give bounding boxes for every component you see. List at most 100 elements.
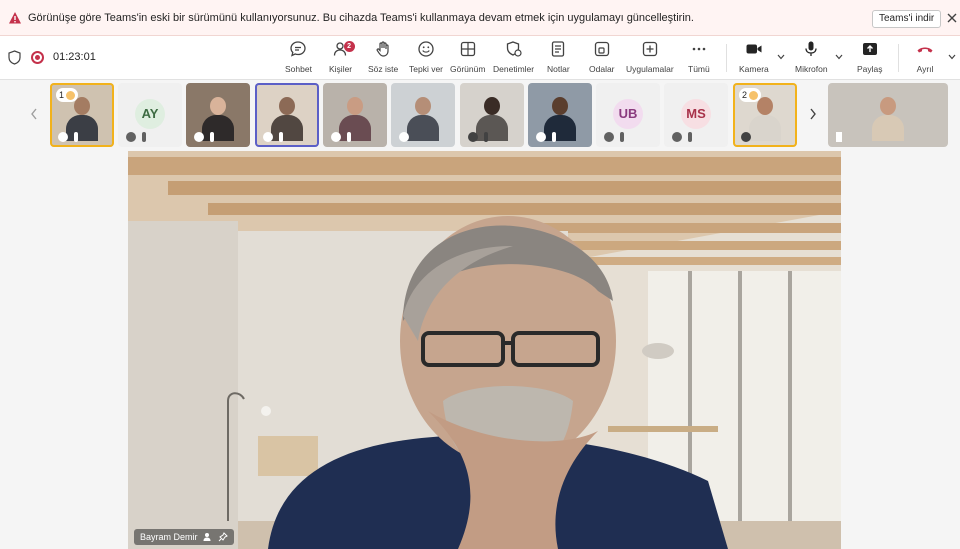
chevron-left-icon[interactable] bbox=[30, 108, 38, 120]
pin-icon bbox=[126, 132, 136, 142]
share-label: Paylaş bbox=[857, 64, 883, 74]
close-icon[interactable] bbox=[946, 12, 958, 24]
participant-tile[interactable] bbox=[186, 83, 250, 147]
speaker-video bbox=[128, 151, 841, 549]
tile-status-icons bbox=[834, 131, 844, 143]
tile-status-icons bbox=[56, 131, 80, 143]
apps-label: Uygulamalar bbox=[626, 64, 674, 74]
react-button[interactable]: Tepki ver bbox=[409, 40, 443, 78]
rooms-button[interactable]: Odalar bbox=[589, 40, 615, 78]
leave-button[interactable]: Ayrıl bbox=[916, 40, 934, 78]
participant-tile[interactable]: UB bbox=[596, 83, 660, 147]
camera-label: Kamera bbox=[739, 64, 769, 74]
tile-status-icons bbox=[397, 131, 411, 143]
mic-off-icon bbox=[142, 132, 146, 142]
microphone-button[interactable]: Mikrofon bbox=[795, 40, 828, 78]
participant-video bbox=[407, 93, 439, 141]
tile-status-icons bbox=[329, 131, 353, 143]
chevron-down-icon[interactable] bbox=[948, 54, 956, 60]
banner-message: Görünüşe göre Teams'in eski bir sürümünü… bbox=[28, 12, 694, 24]
mic-off-icon bbox=[484, 132, 488, 142]
meeting-timer: 01:23:01 bbox=[53, 51, 96, 63]
raise-hand-icon bbox=[376, 41, 389, 57]
tile-status-icons bbox=[670, 131, 694, 143]
toolbar-divider bbox=[898, 44, 899, 72]
participant-tile[interactable] bbox=[323, 83, 387, 147]
mic-off-icon bbox=[74, 132, 78, 142]
avatar: AY bbox=[135, 99, 165, 129]
participant-tile[interactable] bbox=[828, 83, 948, 147]
hangup-icon bbox=[917, 47, 933, 53]
speaker-name: Bayram Demir bbox=[140, 532, 198, 542]
mic-off-icon bbox=[552, 132, 556, 142]
participant-tile[interactable] bbox=[255, 83, 319, 147]
mic-off-icon bbox=[279, 132, 283, 142]
people-button[interactable]: 2 Kişiler bbox=[329, 40, 355, 78]
participant-tile[interactable]: AY bbox=[118, 83, 182, 147]
tile-status-icons bbox=[739, 131, 753, 143]
chat-button[interactable]: Sohbet bbox=[285, 40, 312, 78]
share-button[interactable]: Paylaş bbox=[857, 40, 883, 78]
main-video-stage[interactable]: Bayram Demir bbox=[128, 151, 841, 549]
tile-status-icons bbox=[534, 131, 558, 143]
view-grid-icon bbox=[460, 41, 475, 57]
chevron-right-icon[interactable] bbox=[809, 108, 817, 120]
notes-label: Notlar bbox=[547, 64, 570, 74]
pin-icon bbox=[672, 132, 682, 142]
signal-icon bbox=[836, 132, 842, 142]
participant-tile[interactable]: 1 bbox=[50, 83, 114, 147]
tile-status-icons bbox=[192, 131, 216, 143]
chat-icon bbox=[290, 41, 307, 57]
view-button[interactable]: Görünüm bbox=[450, 40, 485, 78]
mic-off-icon bbox=[620, 132, 624, 142]
controls-button[interactable]: Denetimler bbox=[493, 40, 534, 78]
avatar: MS bbox=[681, 99, 711, 129]
more-label: Tümü bbox=[688, 64, 710, 74]
raise-hand-button[interactable]: Söz iste bbox=[368, 40, 398, 78]
pin-icon bbox=[604, 132, 614, 142]
tile-status-icons bbox=[124, 131, 148, 143]
participant-tile[interactable] bbox=[528, 83, 592, 147]
warning-icon bbox=[9, 12, 21, 24]
download-teams-button[interactable]: Teams'i indir bbox=[872, 10, 942, 28]
hand-order-number: 1 bbox=[59, 90, 65, 100]
participant-tile[interactable]: MS bbox=[664, 83, 728, 147]
recording-icon bbox=[31, 51, 44, 64]
pin-icon bbox=[194, 132, 204, 142]
pin-icon bbox=[536, 132, 546, 142]
people-badge: 2 bbox=[343, 41, 355, 52]
chat-label: Sohbet bbox=[285, 64, 312, 74]
rooms-label: Odalar bbox=[589, 64, 615, 74]
pin-icon bbox=[58, 132, 68, 142]
people-icon bbox=[203, 533, 211, 541]
rooms-icon bbox=[594, 41, 609, 57]
participant-video bbox=[872, 93, 904, 141]
emoji-icon bbox=[418, 41, 434, 57]
shield-icon[interactable] bbox=[8, 50, 21, 65]
chevron-down-icon[interactable] bbox=[777, 54, 785, 60]
raised-hand-order: 1 bbox=[56, 88, 79, 102]
speaker-nameplate: Bayram Demir bbox=[134, 529, 234, 545]
pin-icon[interactable] bbox=[218, 532, 228, 542]
notes-button[interactable]: Notlar bbox=[547, 40, 570, 78]
tile-status-icons bbox=[261, 131, 285, 143]
raise-hand-icon bbox=[749, 90, 759, 100]
pin-icon bbox=[741, 132, 751, 142]
chevron-down-icon[interactable] bbox=[835, 54, 843, 60]
participant-tile[interactable] bbox=[391, 83, 455, 147]
apps-button[interactable]: Uygulamalar bbox=[626, 40, 674, 78]
view-label: Görünüm bbox=[450, 64, 486, 74]
leave-label: Ayrıl bbox=[916, 64, 934, 74]
tile-status-icons bbox=[466, 131, 490, 143]
notes-icon bbox=[552, 41, 565, 57]
mic-off-icon bbox=[210, 132, 214, 142]
participant-tile[interactable]: 2 bbox=[733, 83, 797, 147]
raise-hand-label: Söz iste bbox=[368, 64, 399, 74]
participant-gallery: 1 AY UB MS 2 bbox=[0, 80, 960, 150]
pin-icon bbox=[263, 132, 273, 142]
more-button[interactable]: Tümü bbox=[688, 40, 710, 78]
camera-button[interactable]: Kamera bbox=[739, 40, 769, 78]
tile-status-icons bbox=[602, 131, 626, 143]
participant-tile[interactable] bbox=[460, 83, 524, 147]
people-label: Kişiler bbox=[329, 64, 353, 74]
